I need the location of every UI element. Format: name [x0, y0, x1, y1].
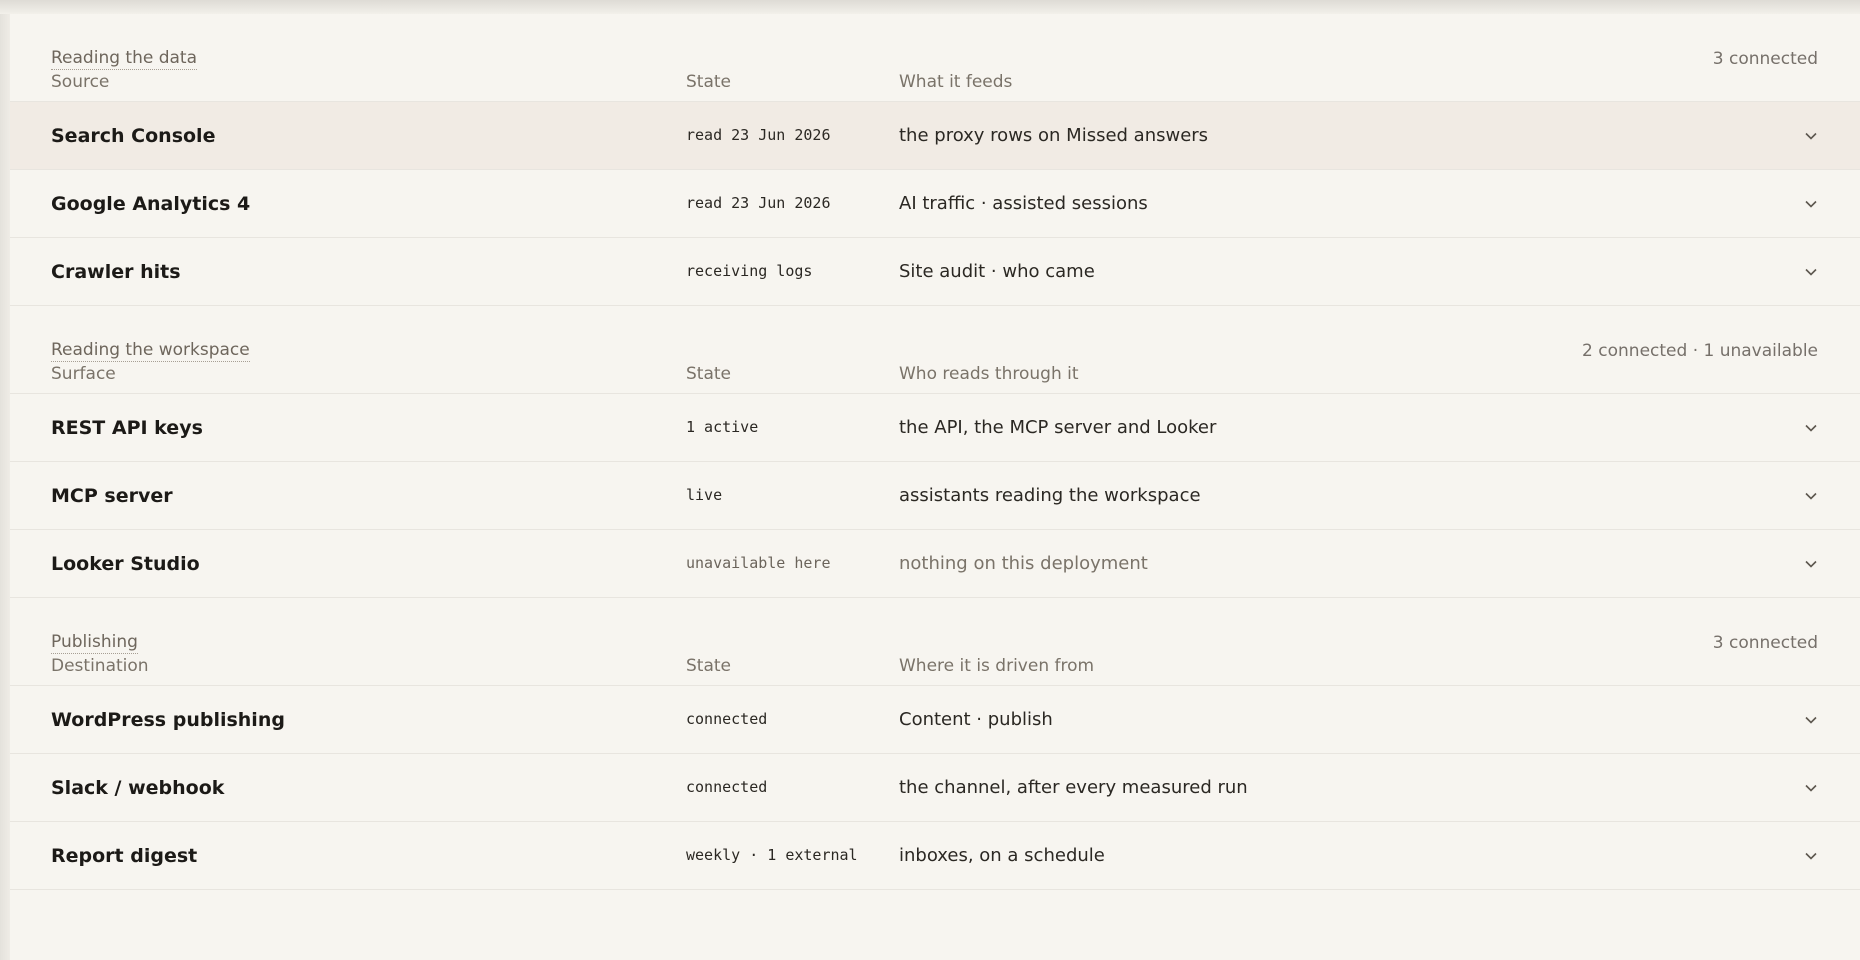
- integrations-panel: Reading the data 3 connected Source Stat…: [10, 14, 1860, 890]
- integration-state: connected: [686, 778, 768, 796]
- integration-name: Crawler hits: [51, 261, 181, 283]
- integration-state: unavailable here: [686, 554, 831, 572]
- chevron-down-icon[interactable]: [1802, 127, 1820, 145]
- integration-driven-from: inboxes, on a schedule: [899, 845, 1105, 866]
- integration-driven-from: Content · publish: [899, 709, 1053, 730]
- chevron-down-icon[interactable]: [1802, 847, 1820, 865]
- column-header-driven-from: Where it is driven from: [899, 656, 1095, 676]
- chevron-down-icon[interactable]: [1802, 419, 1820, 437]
- column-header-state: State: [686, 364, 731, 384]
- chevron-down-icon[interactable]: [1802, 711, 1820, 729]
- column-header-state: State: [686, 656, 731, 676]
- chevron-down-icon[interactable]: [1802, 263, 1820, 281]
- column-header-destination: Destination: [51, 656, 149, 676]
- column-header-state: State: [686, 72, 731, 92]
- integration-row-rest-api-keys[interactable]: REST API keys 1 active the API, the MCP …: [10, 394, 1860, 462]
- chevron-down-icon[interactable]: [1802, 555, 1820, 573]
- integration-state: read 23 Jun 2026: [686, 126, 831, 144]
- chevron-down-icon[interactable]: [1802, 195, 1820, 213]
- integration-name: Search Console: [51, 125, 216, 147]
- integration-readers: the API, the MCP server and Looker: [899, 417, 1217, 438]
- integration-feeds: Site audit · who came: [899, 261, 1095, 282]
- integration-row-slack-webhook[interactable]: Slack / webhook connected the channel, a…: [10, 754, 1860, 822]
- section-reading-the-workspace: Reading the workspace 2 connected · 1 un…: [10, 306, 1860, 598]
- integration-name: MCP server: [51, 485, 173, 507]
- top-edge-shadow: [0, 0, 1860, 14]
- section-publishing: Publishing 3 connected Destination State…: [10, 598, 1860, 890]
- chevron-down-icon[interactable]: [1802, 487, 1820, 505]
- column-header-surface: Surface: [51, 364, 116, 384]
- integration-name: WordPress publishing: [51, 709, 285, 731]
- integration-row-wordpress-publishing[interactable]: WordPress publishing connected Content ·…: [10, 686, 1860, 754]
- integration-name: REST API keys: [51, 417, 203, 439]
- section-reading-the-data: Reading the data 3 connected Source Stat…: [10, 14, 1860, 306]
- integration-feeds: AI traffic · assisted sessions: [899, 193, 1148, 214]
- integration-row-crawler-hits[interactable]: Crawler hits receiving logs Site audit ·…: [10, 238, 1860, 306]
- integration-state: 1 active: [686, 418, 759, 436]
- column-headers: Surface State Who reads through it: [10, 356, 1860, 394]
- integration-state: weekly · 1 external: [686, 846, 858, 864]
- integration-row-looker-studio[interactable]: Looker Studio unavailable here nothing o…: [10, 530, 1860, 598]
- integration-row-google-analytics-4[interactable]: Google Analytics 4 read 23 Jun 2026 AI t…: [10, 170, 1860, 238]
- integration-readers: nothing on this deployment: [899, 553, 1148, 574]
- section-header: Reading the workspace 2 connected · 1 un…: [10, 306, 1860, 362]
- column-headers: Source State What it feeds: [10, 64, 1860, 102]
- integration-name: Looker Studio: [51, 553, 200, 575]
- integration-state: read 23 Jun 2026: [686, 194, 831, 212]
- column-header-readers: Who reads through it: [899, 364, 1079, 384]
- column-header-feeds: What it feeds: [899, 72, 1013, 92]
- column-header-source: Source: [51, 72, 110, 92]
- integration-state: connected: [686, 710, 768, 728]
- integration-readers: assistants reading the workspace: [899, 485, 1201, 506]
- left-rail: [0, 0, 10, 960]
- integration-feeds: the proxy rows on Missed answers: [899, 125, 1209, 146]
- integration-row-report-digest[interactable]: Report digest weekly · 1 external inboxe…: [10, 822, 1860, 890]
- integration-name: Report digest: [51, 845, 198, 867]
- integration-state: receiving logs: [686, 262, 813, 280]
- integration-row-mcp-server[interactable]: MCP server live assistants reading the w…: [10, 462, 1860, 530]
- chevron-down-icon[interactable]: [1802, 779, 1820, 797]
- section-header: Reading the data 3 connected: [10, 14, 1860, 70]
- section-header: Publishing 3 connected: [10, 598, 1860, 654]
- integration-driven-from: the channel, after every measured run: [899, 777, 1248, 798]
- integration-state: live: [686, 486, 723, 504]
- integration-row-search-console[interactable]: Search Console read 23 Jun 2026 the prox…: [10, 102, 1860, 170]
- integration-name: Google Analytics 4: [51, 193, 251, 215]
- integration-name: Slack / webhook: [51, 777, 225, 799]
- column-headers: Destination State Where it is driven fro…: [10, 648, 1860, 686]
